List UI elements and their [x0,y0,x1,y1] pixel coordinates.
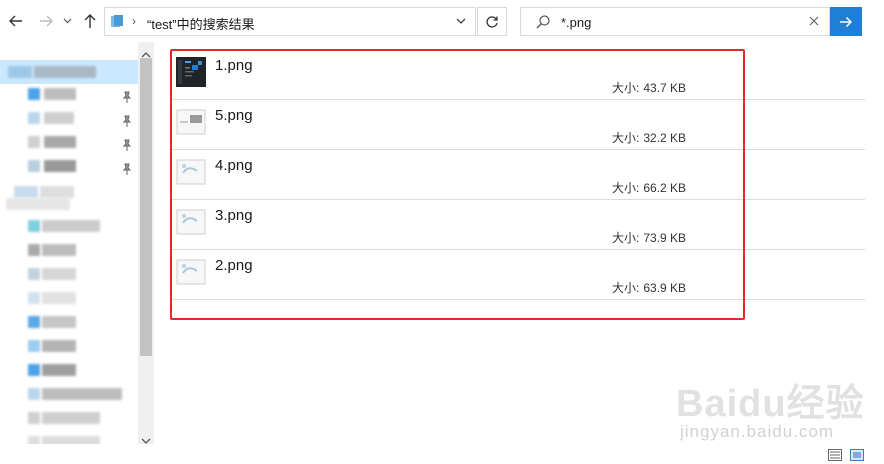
blurred-nav-item[interactable] [44,112,74,124]
blurred-nav-item[interactable] [42,220,100,232]
blurred-nav-item[interactable] [28,388,40,400]
blurred-nav-item[interactable] [28,88,40,100]
forward-arrow-icon[interactable] [36,10,56,32]
blurred-nav-item[interactable] [28,160,40,172]
blurred-nav-item[interactable] [8,66,32,78]
blurred-nav-item[interactable] [28,244,40,256]
back-arrow-icon[interactable] [6,10,26,32]
pin-icon[interactable] [122,90,132,103]
blurred-nav-item[interactable] [44,136,76,148]
watermark-logo: Baidu经验 [676,383,865,425]
blurred-nav-item[interactable] [28,292,40,304]
navigation-pane [0,42,138,444]
blurred-nav-item[interactable] [42,412,100,424]
address-bar[interactable]: › “test”中的搜索结果 [104,7,476,36]
address-dropdown-icon[interactable] [455,14,467,28]
go-arrow-icon [840,16,853,27]
blurred-nav-item[interactable] [42,388,122,400]
search-icon [535,14,551,30]
details-view-icon[interactable] [828,448,842,461]
blurred-nav-item[interactable] [28,220,40,232]
blurred-nav-item[interactable] [28,340,40,352]
scroll-down-arrow-icon[interactable] [141,432,151,444]
view-switcher [826,446,880,462]
search-folder-icon [110,14,124,28]
recent-locations-chevron-icon[interactable] [60,10,74,32]
blurred-nav-item[interactable] [28,136,40,148]
search-box[interactable] [520,7,830,36]
highlight-box [170,49,745,320]
blurred-nav-item[interactable] [42,316,76,328]
clear-search-icon[interactable] [807,14,821,28]
scroll-up-arrow-icon[interactable] [141,46,151,58]
blurred-nav-item[interactable] [42,292,76,304]
search-input[interactable] [561,12,801,32]
nav-scrollbar[interactable] [138,42,154,444]
search-go-button[interactable] [830,7,862,36]
blurred-nav-item[interactable] [14,186,38,198]
blurred-nav-item[interactable] [28,436,40,444]
blurred-nav-item[interactable] [40,186,74,198]
up-arrow-icon[interactable] [80,10,100,32]
large-icons-view-icon[interactable] [850,448,864,461]
navigation-bar: › “test”中的搜索结果 [0,0,884,42]
pin-icon[interactable] [122,138,132,151]
refresh-button[interactable] [477,7,507,36]
blurred-nav-item[interactable] [28,412,40,424]
watermark-url: jingyan.baidu.com [680,422,835,441]
refresh-icon [486,15,498,28]
watermark: Baidu经验 jingyan.baidu.com [676,372,876,444]
blurred-nav-item[interactable] [28,364,40,376]
blurred-nav-item[interactable] [34,66,96,78]
blurred-nav-item[interactable] [44,88,76,100]
blurred-nav-item[interactable] [28,268,40,280]
scrollbar-thumb[interactable] [140,58,152,356]
blurred-nav-item[interactable] [42,340,76,352]
blurred-nav-item[interactable] [44,160,76,172]
blurred-nav-item[interactable] [42,244,76,256]
blurred-nav-item[interactable] [42,364,76,376]
blurred-nav-item[interactable] [28,316,40,328]
pin-icon[interactable] [122,114,132,127]
blurred-nav-item[interactable] [42,268,76,280]
blurred-nav-item[interactable] [42,436,100,444]
pin-icon[interactable] [122,162,132,175]
breadcrumb-path[interactable]: “test”中的搜索结果 [147,14,255,33]
blurred-nav-item[interactable] [28,112,40,124]
breadcrumb-separator-icon[interactable]: › [132,14,136,28]
blurred-nav-item[interactable] [6,198,70,210]
